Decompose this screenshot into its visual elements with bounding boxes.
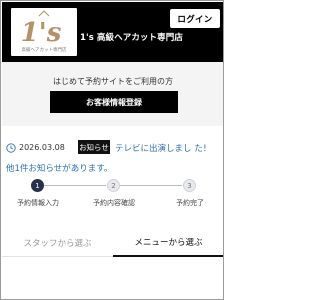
step-indicator: 1 予約情報入力 2 予約内容確認 3 予約完了: [2, 179, 223, 229]
login-button[interactable]: ログイン: [170, 9, 220, 28]
step-2-circle: 2: [107, 179, 120, 192]
step-1-label: 予約情報入力: [17, 199, 59, 207]
app-frame: 1's 高級ヘアカット専門店 1's 高級ヘアカット専門店 ログイン はじめて予…: [0, 0, 224, 300]
tab-menu[interactable]: メニューから選ぶ: [113, 229, 223, 257]
shop-logo[interactable]: 1's 高級ヘアカット専門店: [11, 8, 77, 56]
tab-staff[interactable]: スタッフから選ぶ: [2, 229, 113, 257]
shop-name: 1's 高級ヘアカット専門店: [80, 33, 183, 43]
step-connector: [44, 185, 106, 186]
clock-icon: [6, 143, 16, 153]
news-more-link[interactable]: 他1件お知らせがあります。: [6, 162, 112, 174]
svg-text:1's: 1's: [21, 18, 62, 48]
news-date: 2026.03.08: [19, 143, 65, 152]
step-1-circle: 1: [31, 179, 44, 192]
step-2-label: 予約内容確認: [93, 199, 135, 207]
register-button[interactable]: お客様情報登録: [50, 91, 178, 113]
logo-image: 1's 高級ヘアカット専門店: [21, 10, 67, 53]
step-connector: [120, 185, 182, 186]
news-section: 2026.03.08 お知らせ テレビに出演しまし た！ 他1件お知らせがありま…: [2, 139, 223, 179]
site-header: 1's 高級ヘアカット専門店 1's 高級ヘアカット専門店 ログイン: [2, 2, 223, 62]
step-3-label: 予約完了: [176, 199, 204, 207]
first-time-section: はじめて予約サイトをご利用の方 お客様情報登録: [2, 62, 223, 126]
svg-text:高級ヘアカット専門店: 高級ヘアカット専門店: [22, 46, 67, 53]
selection-tabs: スタッフから選ぶ メニューから選ぶ: [2, 229, 223, 257]
step-3-circle: 3: [183, 179, 196, 192]
news-headline-link[interactable]: テレビに出演しまし た！: [115, 142, 211, 154]
news-badge: お知らせ: [78, 140, 110, 154]
first-time-prompt: はじめて予約サイトをご利用の方: [53, 77, 173, 86]
